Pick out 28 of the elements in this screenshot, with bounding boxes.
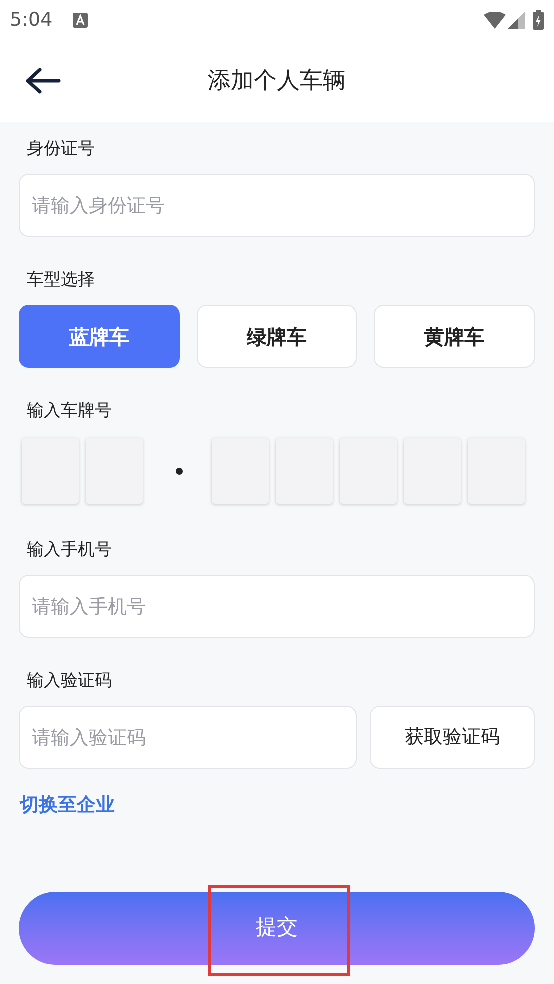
vehicle-type-tab[interactable]: 黄牌车 [374,305,535,368]
switch-link[interactable]: 切换至企业 [20,791,115,820]
back-arrow-icon [25,67,61,95]
notification-icon [72,12,88,28]
field-label: 输入手机号 [27,539,113,561]
plate-char-box[interactable] [340,438,397,504]
get-code-button[interactable]: 获取验证码 [370,706,535,769]
plate-char-box[interactable] [86,438,143,504]
vehicle-type-tab[interactable]: 绿牌车 [196,305,358,368]
wifi-icon [484,12,506,28]
field-label: 输入验证码 [27,670,113,692]
plate-char-box[interactable] [22,438,79,504]
plate-char-box[interactable] [212,438,269,504]
input-field[interactable]: 请输入验证码 [19,706,357,769]
plate-char-box[interactable] [468,438,525,504]
plate-char-box[interactable] [404,438,461,504]
plate-char-box[interactable] [276,438,333,504]
input-field[interactable]: 请输入身份证号 [19,174,535,237]
status-time: 5:04 [10,8,53,33]
submit-button[interactable]: 提交 [19,892,535,964]
battery-icon [533,10,544,30]
vehicle-type-tab[interactable]: 蓝牌车 [19,305,180,368]
input-field[interactable]: 请输入手机号 [19,575,535,638]
field-label: 车型选择 [27,269,96,291]
signal-icon [508,12,525,28]
page-title: 添加个人车辆 [208,66,346,96]
field-label: 输入车牌号 [27,400,113,422]
field-label: 身份证号 [27,138,96,160]
